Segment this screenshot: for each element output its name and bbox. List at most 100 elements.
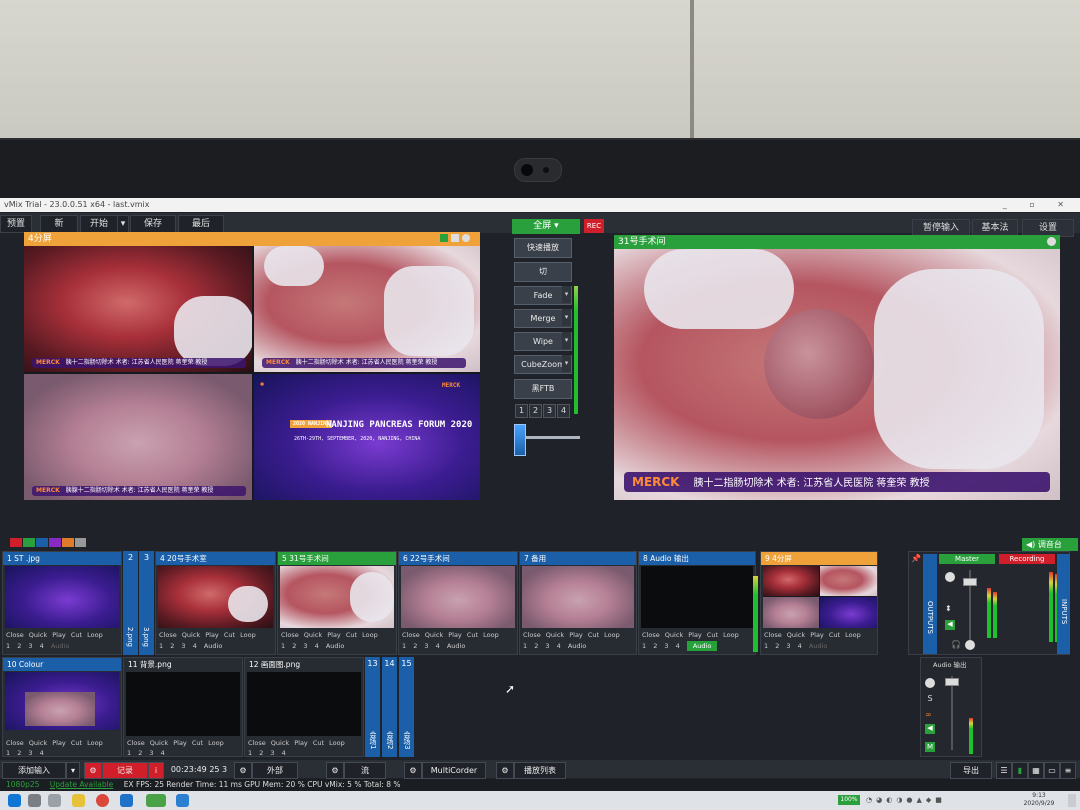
window-controls[interactable]: _ ▫ ✕	[999, 198, 1074, 212]
gear-icon[interactable]	[462, 234, 470, 242]
input-thumbnail[interactable]	[5, 566, 119, 628]
input-controls[interactable]: Close Quick Play Cut Loop	[3, 630, 121, 640]
input-2[interactable]: 2 2.png	[123, 551, 138, 655]
pin-icon[interactable]: 📌	[911, 554, 921, 564]
input-3[interactable]: 3 3.png	[139, 551, 154, 655]
master-fader-knob[interactable]	[963, 578, 977, 586]
input-5[interactable]: 5 31号手术间 Close Quick Play Cut Loop 1 2 3…	[277, 551, 397, 655]
transition-num-3[interactable]: 3	[543, 404, 556, 418]
multicorder-gear-icon[interactable]: ⚙	[404, 762, 422, 779]
input-4[interactable]: 4 20号手术室 Close Quick Play Cut Loop 1 2 3…	[155, 551, 276, 655]
input-1[interactable]: 1 ST .jpg Close Quick Play Cut Loop 1 2 …	[2, 551, 122, 655]
t-bar-handle[interactable]	[514, 424, 526, 456]
color-tab-blue[interactable]	[36, 538, 48, 547]
record-button[interactable]: 记录	[102, 762, 148, 779]
color-tab-green[interactable]	[23, 538, 35, 547]
playlist-gear-icon[interactable]: ⚙	[496, 762, 514, 779]
new-button[interactable]: 新	[40, 215, 78, 233]
input-15[interactable]: 15 会场3	[399, 657, 414, 757]
input-numbers[interactable]: 1 2 3 4 Audio	[156, 641, 275, 651]
vmix-taskbar-icon[interactable]	[146, 794, 166, 807]
audio-fader-track[interactable]	[951, 676, 953, 750]
grid-view-icon[interactable]: ▦	[1028, 762, 1044, 779]
input-14[interactable]: 14 会场2	[382, 657, 397, 757]
inputs-tab[interactable]: INPUTS	[1057, 554, 1070, 654]
quick-play-button[interactable]: 快速播放	[514, 238, 572, 258]
grid-icon[interactable]	[440, 234, 448, 242]
cut-button[interactable]: 切	[514, 262, 572, 282]
menu-icon[interactable]: ≡	[1060, 762, 1076, 779]
input-13[interactable]: 13 会场1	[365, 657, 380, 757]
input-12[interactable]: 12 画面图.png Close Quick Play Cut Loop 1 2…	[244, 657, 364, 757]
fullscreen-arrow-icon[interactable]: ▾	[554, 221, 559, 231]
stream-gear-icon[interactable]: ⚙	[326, 762, 344, 779]
input-controls[interactable]: Close Quick Play Cut Loop	[761, 630, 877, 640]
color-tab-purple[interactable]	[49, 538, 61, 547]
add-input-button[interactable]: 添加输入	[2, 762, 66, 779]
input-11[interactable]: 11 背景.png Close Quick Play Cut Loop 1 2 …	[123, 657, 243, 757]
transition-num-1[interactable]: 1	[515, 404, 528, 418]
input-thumbnail[interactable]	[158, 566, 273, 628]
open-button[interactable]: 开始	[80, 215, 118, 233]
input-thumbnail[interactable]	[247, 672, 361, 736]
input-thumbnail[interactable]	[5, 672, 119, 730]
input-controls[interactable]: Close Quick Play Cut Loop	[156, 630, 275, 640]
notification-icon[interactable]	[1068, 794, 1076, 807]
solo-button[interactable]: S	[925, 694, 935, 704]
input-numbers[interactable]: 1 2 3 4 Audio	[639, 641, 755, 651]
input-controls[interactable]: Close Quick Play Cut Loop	[639, 630, 755, 640]
transition-num-4[interactable]: 4	[557, 404, 570, 418]
mixer-toggle-button[interactable]: ◀) 调音台	[1022, 538, 1078, 551]
input-controls[interactable]: Close Quick Play Cut Loop	[3, 738, 121, 748]
input-numbers[interactable]: 1 2 3 4 Audio	[520, 641, 636, 651]
outputs-tab[interactable]: OUTPUTS	[923, 554, 937, 654]
input-numbers[interactable]: 1 2 3 4	[124, 748, 242, 758]
fullscreen-button[interactable]: 全屏 ▾	[512, 219, 580, 234]
transition-num-2[interactable]: 2	[529, 404, 542, 418]
transition-cubezoom-arrow-icon[interactable]: ▾	[562, 355, 571, 372]
app-icon[interactable]	[176, 794, 189, 807]
last-button[interactable]: 最后	[178, 215, 224, 233]
task-view-icon[interactable]	[48, 794, 61, 807]
update-available-link[interactable]: Update Available	[50, 780, 114, 789]
color-tab-red[interactable]	[10, 538, 22, 547]
input-9[interactable]: 9 4分屏 Close Quick Play Cut Loop 1 2 3 4 …	[760, 551, 878, 655]
chrome-icon[interactable]	[96, 794, 109, 807]
output-gear-icon[interactable]	[1047, 237, 1056, 246]
input-audio-button[interactable]: Audio	[326, 642, 344, 650]
preset-button[interactable]: 预置	[0, 215, 32, 233]
input-audio-button[interactable]: Audio	[809, 642, 827, 650]
color-tab-grey[interactable]	[75, 538, 86, 547]
layout-icon[interactable]: ▭	[1044, 762, 1060, 779]
input-controls[interactable]: Close Quick Play Cut Loop	[399, 630, 517, 640]
input-numbers[interactable]: 1 2 3 4 Audio	[278, 641, 396, 651]
export-button[interactable]: 导出	[950, 762, 992, 779]
record-info-icon[interactable]: i	[148, 762, 164, 779]
input-10[interactable]: 10 Colour Close Quick Play Cut Loop 1 2 …	[2, 657, 122, 757]
input-numbers[interactable]: 1 2 3 4	[245, 748, 363, 758]
audio-speaker-icon[interactable]: ◀	[925, 724, 935, 734]
search-icon[interactable]	[28, 794, 41, 807]
input-thumbnail[interactable]	[280, 566, 394, 628]
input-controls[interactable]: Close Quick Play Cut Loop	[278, 630, 396, 640]
tray-icons[interactable]: ◔◕◐◑●▲◆■	[866, 796, 986, 806]
input-numbers[interactable]: 1 2 3 4 Audio	[3, 641, 121, 651]
playlist-button[interactable]: 播放列表	[514, 762, 566, 779]
clock[interactable]: 9:13 2020/9/29	[1014, 792, 1064, 808]
external-button[interactable]: 外部	[252, 762, 298, 779]
audio-gear-icon[interactable]	[925, 678, 935, 688]
input-controls[interactable]: Close Quick Play Cut Loop	[520, 630, 636, 640]
file-explorer-icon[interactable]	[72, 794, 85, 807]
input-audio-button[interactable]: Audio	[568, 642, 586, 650]
input-thumbnail[interactable]	[641, 566, 753, 628]
stream-button[interactable]: 流	[344, 762, 386, 779]
headphones-icon[interactable]: 🎧	[951, 640, 961, 650]
rec-button[interactable]: REC	[584, 219, 604, 233]
input-thumbnail[interactable]	[401, 566, 515, 628]
master-gear-icon[interactable]	[945, 572, 955, 582]
list-view-icon[interactable]: ☰	[996, 762, 1012, 779]
input-controls[interactable]: Close Quick Play Cut Loop	[124, 738, 242, 748]
transition-merge-arrow-icon[interactable]: ▾	[562, 309, 571, 326]
master-knob-icon[interactable]	[965, 640, 975, 650]
transition-fade-arrow-icon[interactable]: ▾	[562, 286, 571, 303]
